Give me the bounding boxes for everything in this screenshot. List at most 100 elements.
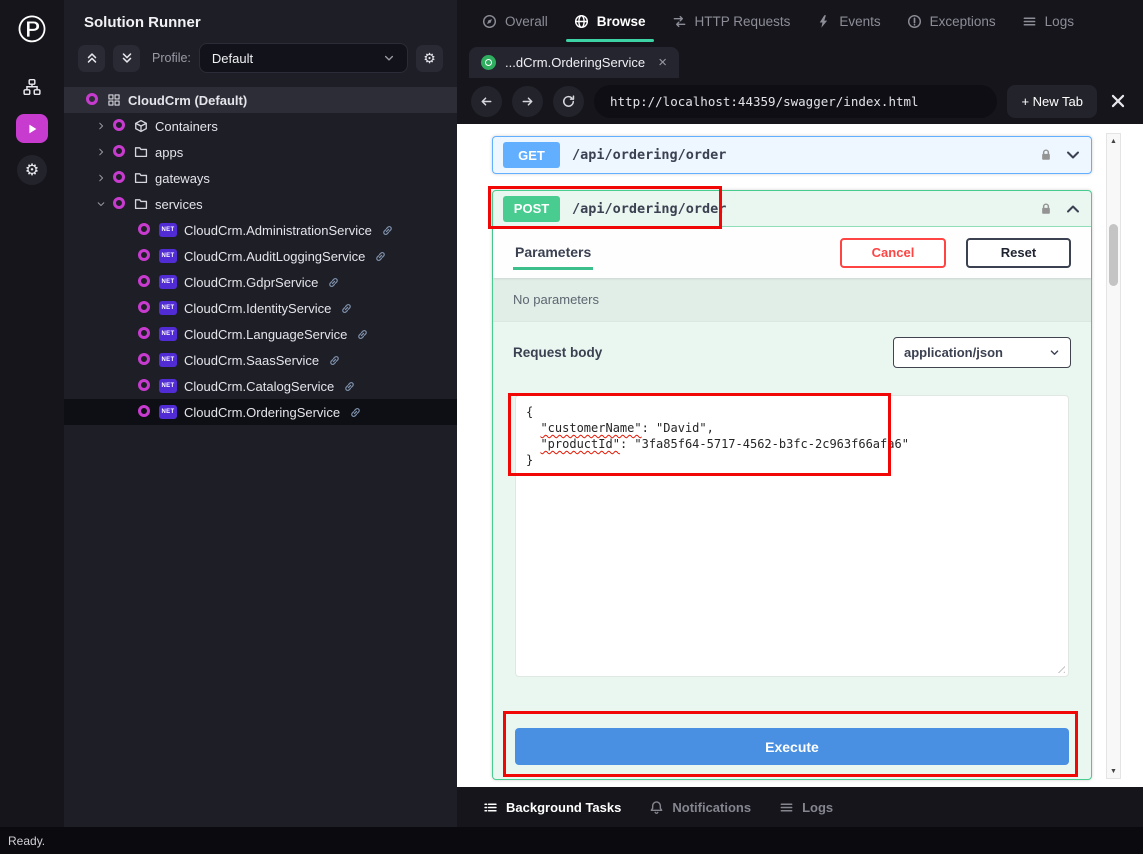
tree-item-cloudcrm-identityservice[interactable]: NETCloudCrm.IdentityService <box>64 295 457 321</box>
tab-logs[interactable]: Logs <box>1009 0 1087 42</box>
tree-item-cloudcrm-gdprservice[interactable]: NETCloudCrm.GdprService <box>64 269 457 295</box>
bottom-tab-label: Logs <box>802 800 833 815</box>
ring-icon <box>138 301 152 315</box>
compass-icon <box>482 14 497 29</box>
grid-icon <box>107 93 121 107</box>
tab-label: Overall <box>505 14 548 29</box>
tab-http-requests[interactable]: HTTP Requests <box>659 0 804 42</box>
info-icon <box>907 14 922 29</box>
lock-icon[interactable] <box>1039 148 1053 162</box>
browser-tab-strip: ...dCrm.OrderingService × <box>457 42 1143 78</box>
sitemap-icon <box>23 78 41 96</box>
lock-icon[interactable] <box>1039 202 1053 216</box>
tree-item-gateways[interactable]: gateways <box>64 165 457 191</box>
get-endpoint-path: /api/ordering/order <box>572 147 726 163</box>
execute-button[interactable]: Execute <box>515 728 1069 765</box>
tree-item-services[interactable]: services <box>64 191 457 217</box>
tree-item-label: CloudCrm.AdministrationService <box>184 223 372 238</box>
get-endpoint-row[interactable]: GET /api/ordering/order <box>492 136 1092 174</box>
parameters-header: Parameters Cancel Reset <box>493 227 1091 278</box>
double-chevron-up-icon <box>85 51 99 65</box>
tree-item-cloudcrm-auditloggingservice[interactable]: NETCloudCrm.AuditLoggingService <box>64 243 457 269</box>
post-method-badge: POST <box>503 196 560 222</box>
play-icon <box>25 122 39 136</box>
tab-overall[interactable]: Overall <box>469 0 561 42</box>
browser-tab-orderingservice[interactable]: ...dCrm.OrderingService × <box>469 47 679 78</box>
panel-title: Solution Runner <box>64 0 457 31</box>
folder-icon <box>134 171 148 185</box>
bottom-tab-notifications[interactable]: Notifications <box>637 800 763 815</box>
chevron-right-icon <box>96 173 106 183</box>
forward-button[interactable] <box>512 86 543 117</box>
cancel-button[interactable]: Cancel <box>840 238 946 268</box>
link-icon <box>343 380 356 393</box>
bottom-tab-background-tasks[interactable]: Background Tasks <box>471 800 633 815</box>
chevron-right-icon <box>96 121 106 131</box>
request-body-label: Request body <box>513 345 602 360</box>
bottom-tab-logs[interactable]: Logs <box>767 800 845 815</box>
new-tab-button[interactable]: + New Tab <box>1007 85 1097 118</box>
hierarchy-nav-button[interactable] <box>15 72 49 102</box>
tree-item-cloudcrm-saasservice[interactable]: NETCloudCrm.SaasService <box>64 347 457 373</box>
collapse-all-button[interactable] <box>78 45 105 72</box>
dotnet-badge-icon: NET <box>159 353 177 367</box>
tab-close-icon[interactable]: × <box>658 54 667 71</box>
tab-events[interactable]: Events <box>803 0 893 42</box>
refresh-button[interactable] <box>553 86 584 117</box>
back-button[interactable] <box>471 86 502 117</box>
request-body-editor-wrap: { "customerName": "David", "productId": … <box>493 383 1091 677</box>
dotnet-badge-icon: NET <box>159 379 177 393</box>
code-line: } <box>526 452 1058 468</box>
profile-select[interactable]: Default <box>199 43 408 73</box>
content-scrollbar[interactable]: ▲ ▼ <box>1106 133 1121 779</box>
close-pane-icon[interactable] <box>1109 92 1127 110</box>
bottom-tab-label: Notifications <box>672 800 751 815</box>
menu-icon <box>1022 14 1037 29</box>
settings-nav-button[interactable]: ⚙ <box>17 155 47 185</box>
profile-settings-button[interactable]: ⚙ <box>416 45 443 72</box>
tree-item-cloudcrm-administrationservice[interactable]: NETCloudCrm.AdministrationService <box>64 217 457 243</box>
expand-all-button[interactable] <box>113 45 140 72</box>
link-icon <box>374 250 387 263</box>
json-key: "productId" <box>540 437 619 451</box>
tab-exceptions[interactable]: Exceptions <box>894 0 1009 42</box>
content-type-select[interactable]: application/json <box>893 337 1071 368</box>
tree-item-cloudcrm-catalogservice[interactable]: NETCloudCrm.CatalogService <box>64 373 457 399</box>
tree-item-containers[interactable]: Containers <box>64 113 457 139</box>
status-bar: Ready. <box>0 827 1143 854</box>
tree-item-cloudcrm-default[interactable]: CloudCrm (Default) <box>64 87 457 113</box>
run-nav-button[interactable] <box>16 114 48 143</box>
json-key: "customerName" <box>540 421 641 435</box>
profile-label: Profile: <box>152 51 191 65</box>
app-logo-icon: ℗ <box>12 10 52 50</box>
tree-item-cloudcrm-orderingservice[interactable]: NETCloudCrm.OrderingService <box>64 399 457 425</box>
post-endpoint-path: /api/ordering/order <box>572 201 726 217</box>
ring-icon <box>138 223 152 237</box>
post-endpoint-row[interactable]: POST /api/ordering/order <box>493 191 1091 227</box>
main-area: Overall BrowseHTTP RequestsEventsExceptio… <box>457 0 1143 827</box>
tree-item-cloudcrm-languageservice[interactable]: NETCloudCrm.LanguageService <box>64 321 457 347</box>
globe-icon <box>574 14 589 29</box>
scrollbar-thumb[interactable] <box>1109 224 1118 286</box>
ring-icon <box>138 379 152 393</box>
json-body[interactable]: { "customerName": "David", "productId": … <box>515 395 1069 677</box>
url-text: http://localhost:44359/swagger/index.htm… <box>610 94 919 109</box>
tree-item-label: apps <box>155 145 183 160</box>
main-row: ℗ ⚙ Solution Runner <box>0 0 1143 827</box>
ring-icon <box>113 119 127 133</box>
chevron-up-icon[interactable] <box>1065 201 1081 217</box>
tree-item-label: gateways <box>155 171 210 186</box>
content-type-value: application/json <box>904 345 1003 360</box>
browser-tab-label: ...dCrm.OrderingService <box>505 55 649 70</box>
chevron-down-icon <box>383 52 395 64</box>
ring-icon <box>138 405 152 419</box>
scroll-up-icon[interactable]: ▲ <box>1107 134 1120 148</box>
tab-browse[interactable]: Browse <box>561 0 659 42</box>
link-icon <box>327 276 340 289</box>
reset-button[interactable]: Reset <box>966 238 1071 268</box>
scroll-down-icon[interactable]: ▼ <box>1107 764 1120 778</box>
chevron-down-icon[interactable] <box>1065 147 1081 163</box>
url-bar[interactable]: http://localhost:44359/swagger/index.htm… <box>594 85 997 118</box>
ring-icon <box>113 171 127 185</box>
tree-item-apps[interactable]: apps <box>64 139 457 165</box>
